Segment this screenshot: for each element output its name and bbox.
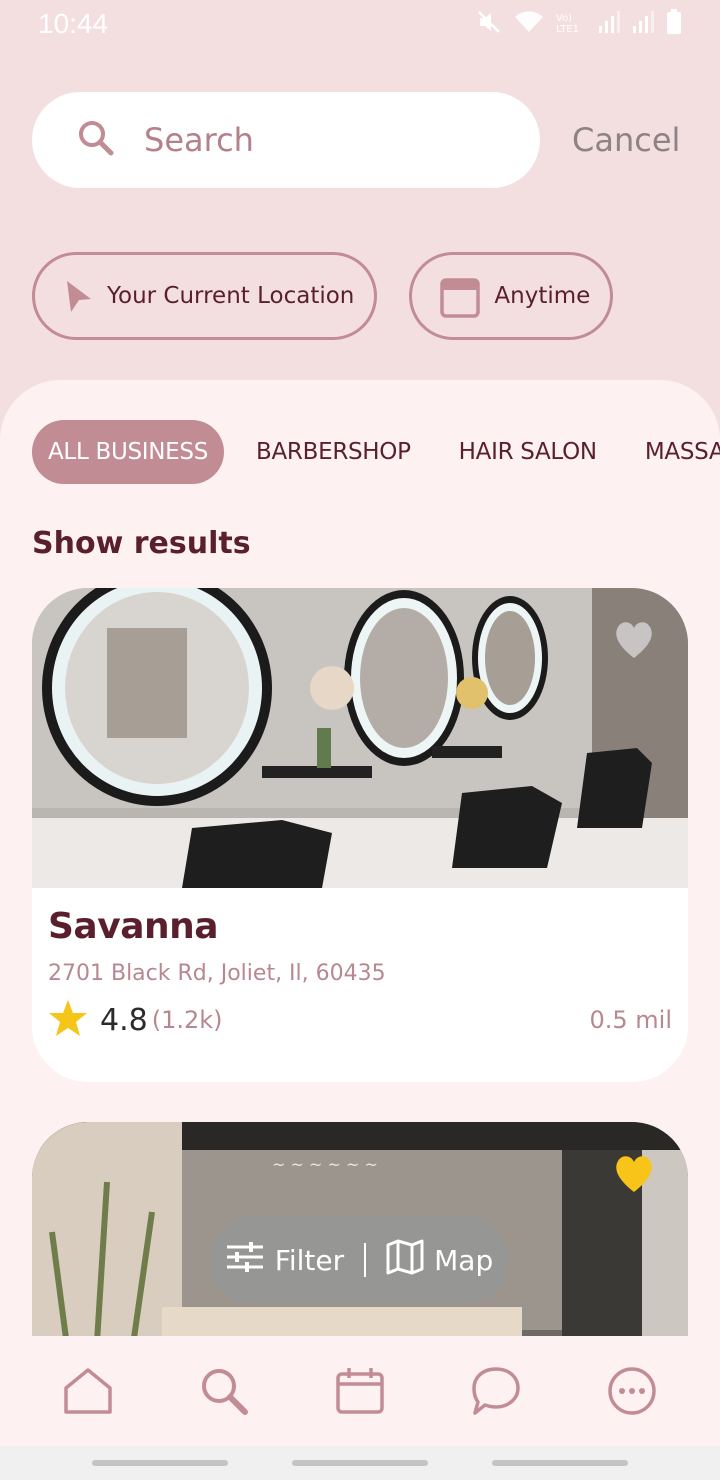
more-icon[interactable] (602, 1361, 662, 1421)
favorite-heart-icon[interactable] (612, 618, 656, 662)
business-rating: 4.8 (100, 1002, 148, 1038)
gesture-bar (0, 1446, 720, 1480)
favorite-heart-icon-active[interactable] (612, 1152, 656, 1196)
gesture-handle[interactable] (92, 1460, 228, 1466)
results-sheet: ALL BUSINESS BARBERSHOP HAIR SALON MASSA… (0, 380, 720, 1480)
gesture-handle[interactable] (292, 1460, 428, 1466)
business-meta: 4.8 (1.2k) 0.5 mil (48, 998, 672, 1042)
status-icons: Vo) LTE1 (476, 9, 682, 39)
signal-icon-2 (632, 10, 654, 38)
business-name: Savanna (48, 906, 219, 947)
calendar-icon (440, 274, 481, 318)
chat-icon[interactable] (466, 1361, 526, 1421)
review-count: (1.2k) (151, 1006, 223, 1034)
calendar-icon[interactable] (330, 1361, 390, 1421)
cancel-button[interactable]: Cancel (572, 121, 680, 159)
business-info: Savanna 2701 Black Rd, Joliet, Il, 60435… (32, 888, 688, 1042)
tab-all-business[interactable]: ALL BUSINESS (32, 420, 225, 484)
neon-sign-graphic: ~ ~ ~ ~ ~ ~ (272, 1155, 378, 1174)
map-button[interactable]: Map (386, 1239, 493, 1282)
tab-hair-salon[interactable]: HAIR SALON (459, 439, 597, 465)
fab-divider (364, 1243, 367, 1277)
location-chip-label: Your Current Location (107, 283, 355, 309)
home-icon[interactable] (58, 1361, 118, 1421)
network-label: Vo) LTE1 (556, 13, 579, 35)
time-chip[interactable]: Anytime (409, 252, 614, 340)
gesture-handle[interactable] (492, 1460, 628, 1466)
tab-barbershop[interactable]: BARBERSHOP (256, 439, 411, 465)
search-input[interactable] (144, 121, 504, 159)
tab-massage[interactable]: MASSA (645, 439, 720, 465)
search-icon[interactable] (194, 1361, 254, 1421)
filter-map-fab: Filter Map (210, 1216, 508, 1304)
business-address: 2701 Black Rd, Joliet, Il, 60435 (48, 961, 386, 986)
signal-icon (598, 10, 620, 38)
star-icon (48, 998, 88, 1042)
map-label: Map (434, 1243, 494, 1277)
business-card[interactable]: Savanna 2701 Black Rd, Joliet, Il, 60435… (32, 588, 688, 1082)
battery-icon (666, 9, 682, 39)
salon-interior-image (32, 588, 688, 888)
filter-chips: Your Current Location Anytime (32, 252, 614, 340)
map-icon (386, 1239, 424, 1282)
bottom-nav (0, 1336, 720, 1446)
section-title: Show results (32, 526, 251, 561)
status-time: 10:44 (38, 8, 109, 39)
search-icon (76, 118, 116, 162)
filter-label: Filter (274, 1243, 345, 1277)
time-chip-label: Anytime (494, 283, 591, 309)
filter-button[interactable]: Filter (225, 1241, 344, 1280)
sliders-icon (225, 1241, 265, 1280)
location-arrow-icon (63, 279, 93, 313)
status-bar: 10:44 Vo) LTE1 (0, 0, 720, 48)
search-row: Cancel (32, 92, 688, 188)
category-tabs: ALL BUSINESS BARBERSHOP HAIR SALON MASSA (32, 420, 720, 484)
wifi-icon (514, 10, 544, 38)
location-chip[interactable]: Your Current Location (32, 252, 378, 340)
business-photo (32, 588, 688, 888)
business-distance: 0.5 mil (589, 1006, 672, 1034)
search-box[interactable] (32, 92, 540, 188)
mute-icon (476, 9, 502, 39)
